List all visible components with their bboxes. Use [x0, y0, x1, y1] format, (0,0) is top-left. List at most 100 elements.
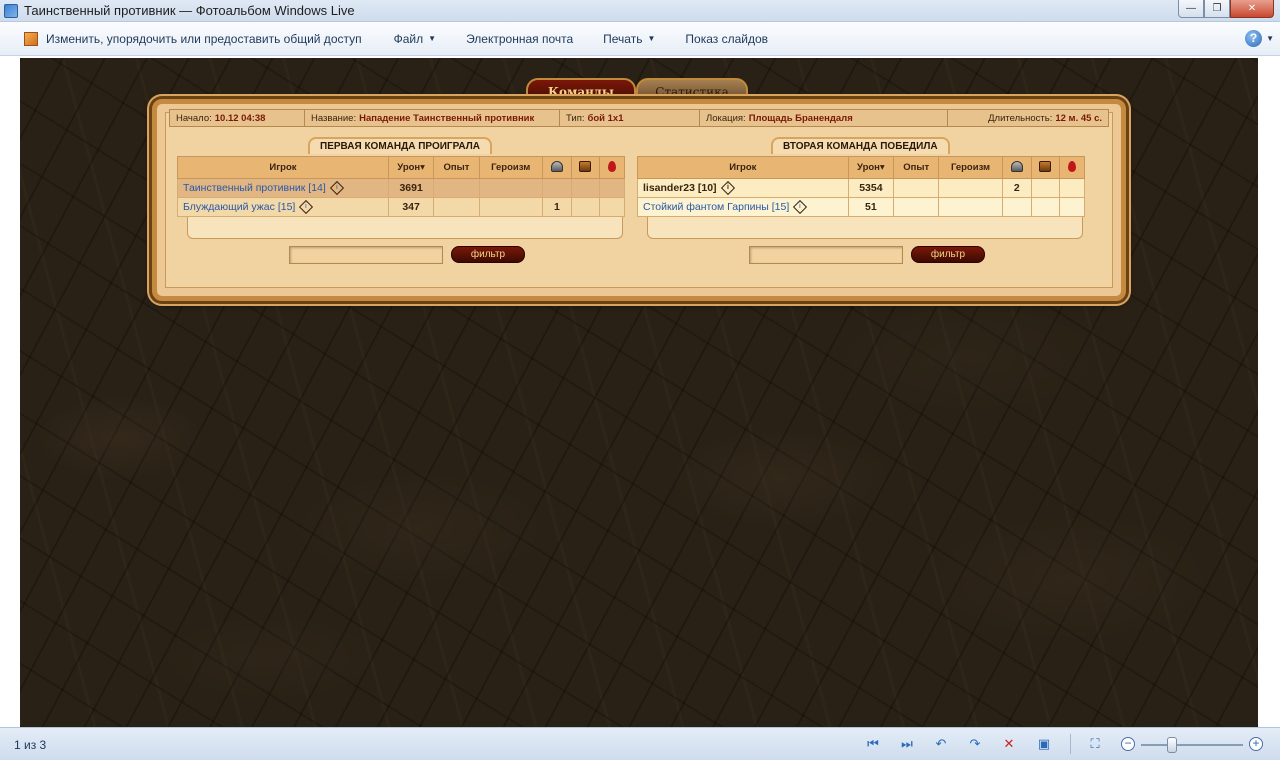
file-menu[interactable]: Файл ▼ [394, 32, 436, 46]
team-2-table: Игрок Урон▾ Опыт Героизм lisander23 [10]… [637, 156, 1086, 217]
player-info-icon[interactable]: i [793, 200, 808, 215]
team-1-filter-input[interactable] [289, 246, 443, 264]
battle-name: Название: Нападение Таинственный противни… [305, 110, 560, 126]
player-name[interactable]: Блуждающий ужас [15] i [177, 197, 389, 217]
team-1-filter-button[interactable]: фильтр [451, 246, 525, 263]
team-2-filter-button[interactable]: фильтр [911, 246, 985, 263]
damage-value: 5354 [847, 178, 895, 198]
help-icon[interactable]: ? [1245, 30, 1262, 47]
command-bar: Изменить, упорядочить или предоставить о… [0, 22, 1280, 56]
edit-organize-share-label: Изменить, упорядочить или предоставить о… [46, 31, 362, 46]
col-player[interactable]: Игрок [177, 156, 389, 179]
team-1-result: ПЕРВАЯ КОМАНДА ПРОИГРАЛА [308, 137, 492, 154]
blood-value [1058, 197, 1086, 217]
battle-panel: Начало: 10.12 04:38 Название: Нападение Та… [152, 99, 1126, 301]
col-kills[interactable] [1001, 156, 1033, 179]
table-row: lisander23 [10] i 5354 2 [637, 178, 1086, 198]
col-kills[interactable] [541, 156, 573, 179]
col-player[interactable]: Игрок [637, 156, 849, 179]
title-bar: Таинственный противник — Фотоальбом Wind… [0, 0, 1280, 22]
kills-value: 1 [541, 197, 573, 217]
col-exp[interactable]: Опыт [433, 156, 480, 179]
blood-drop-icon [607, 160, 616, 172]
status-bar: 1 из 3 ⏮ ⏭ ↶ ↷ ✕ ▣ ⛶ − + [0, 727, 1280, 760]
photo-view: Команды Статистика Начало: 10.12 04:38 На… [20, 58, 1258, 727]
chevron-down-icon[interactable]: ▼ [1266, 34, 1274, 43]
blood-value [598, 178, 626, 198]
divider [1070, 734, 1071, 754]
player-name[interactable]: lisander23 [10] i [637, 178, 849, 198]
kills-value [1001, 197, 1033, 217]
exp-value [433, 178, 480, 198]
battle-location: Локация: Площадь Бранендаля [700, 110, 948, 126]
damage-value: 3691 [387, 178, 435, 198]
next-icon[interactable]: ⏭ [898, 736, 916, 752]
file-menu-label: Файл [393, 31, 424, 46]
player-name[interactable]: Стойкий фантом Гарпины [15] i [637, 197, 849, 217]
col-heroism[interactable]: Героизм [478, 156, 543, 179]
heroism-value [478, 197, 543, 217]
loot-value [571, 197, 600, 217]
helmet-icon [550, 160, 563, 172]
print-menu[interactable]: Печать ▼ [603, 32, 655, 46]
restore-button[interactable]: ❐ [1204, 0, 1230, 18]
exp-value [893, 197, 940, 217]
player-info-icon[interactable]: i [720, 181, 735, 196]
table-row: Стойкий фантом Гарпины [15] i 51 [637, 197, 1086, 217]
player-info-icon[interactable]: i [329, 181, 344, 196]
delete-icon[interactable]: ✕ [1000, 736, 1018, 752]
loot-value [571, 178, 600, 198]
battle-start: Начало: 10.12 04:38 [170, 110, 305, 126]
damage-value: 51 [847, 197, 895, 217]
blood-value [598, 197, 626, 217]
player-name[interactable]: Таинственный противник [14] i [177, 178, 389, 198]
minimize-button[interactable]: — [1178, 0, 1204, 18]
col-damage[interactable]: Урон▾ [387, 156, 435, 179]
edit-organize-share-menu[interactable]: Изменить, упорядочить или предоставить о… [24, 31, 362, 46]
team-1-footer [187, 217, 623, 239]
fit-to-window-icon[interactable]: ⛶ [1086, 736, 1104, 752]
loot-value [1031, 178, 1060, 198]
slideshow-icon[interactable]: ▣ [1035, 736, 1053, 752]
kills-value [541, 178, 573, 198]
rotate-right-icon[interactable]: ↷ [966, 736, 984, 752]
heroism-value [938, 178, 1003, 198]
damage-value: 347 [387, 197, 435, 217]
col-damage[interactable]: Урон▾ [847, 156, 895, 179]
slideshow-menu[interactable]: Показ слайдов [685, 32, 768, 46]
battle-info-bar: Начало: 10.12 04:38 Название: Нападение Та… [169, 109, 1109, 127]
chevron-down-icon: ▼ [428, 34, 437, 43]
col-blood[interactable] [1058, 156, 1086, 179]
zoom-in-icon[interactable]: + [1249, 737, 1263, 751]
chevron-down-icon: ▼ [647, 34, 656, 43]
battle-type: Тип: бой 1х1 [560, 110, 700, 126]
slideshow-menu-label: Показ слайдов [685, 31, 769, 46]
col-heroism[interactable]: Героизм [938, 156, 1003, 179]
email-menu-label: Электронная почта [466, 31, 574, 46]
loot-value [1031, 197, 1060, 217]
col-exp[interactable]: Опыт [893, 156, 940, 179]
zoom-slider-track[interactable] [1141, 744, 1243, 746]
col-loot[interactable] [1031, 156, 1060, 179]
helmet-icon [1010, 160, 1023, 172]
team-2-footer [647, 217, 1083, 239]
heroism-value [938, 197, 1003, 217]
email-menu[interactable]: Электронная почта [466, 32, 573, 46]
print-menu-label: Печать [603, 31, 643, 46]
photo-counter: 1 из 3 [14, 738, 47, 752]
player-info-icon[interactable]: i [299, 200, 314, 215]
table-row: Блуждающий ужас [15] i 347 1 [177, 197, 626, 217]
team-1-table: Игрок Урон▾ Опыт Героизм Таинственный пр… [177, 156, 626, 217]
team-2-filter-input[interactable] [749, 246, 903, 264]
previous-icon[interactable]: ⏮ [864, 736, 882, 752]
battle-duration: Длительность: 12 м. 45 с. [988, 112, 1102, 124]
col-loot[interactable] [571, 156, 600, 179]
chest-icon [579, 160, 592, 172]
col-blood[interactable] [598, 156, 626, 179]
zoom-slider-thumb[interactable] [1167, 737, 1177, 753]
close-button[interactable]: ✕ [1230, 0, 1274, 18]
team-2-result: ВТОРАЯ КОМАНДА ПОБЕДИЛА [771, 137, 950, 154]
table-row: Таинственный противник [14] i 3691 [177, 178, 626, 198]
zoom-out-icon[interactable]: − [1121, 737, 1135, 751]
rotate-left-icon[interactable]: ↶ [932, 736, 950, 752]
